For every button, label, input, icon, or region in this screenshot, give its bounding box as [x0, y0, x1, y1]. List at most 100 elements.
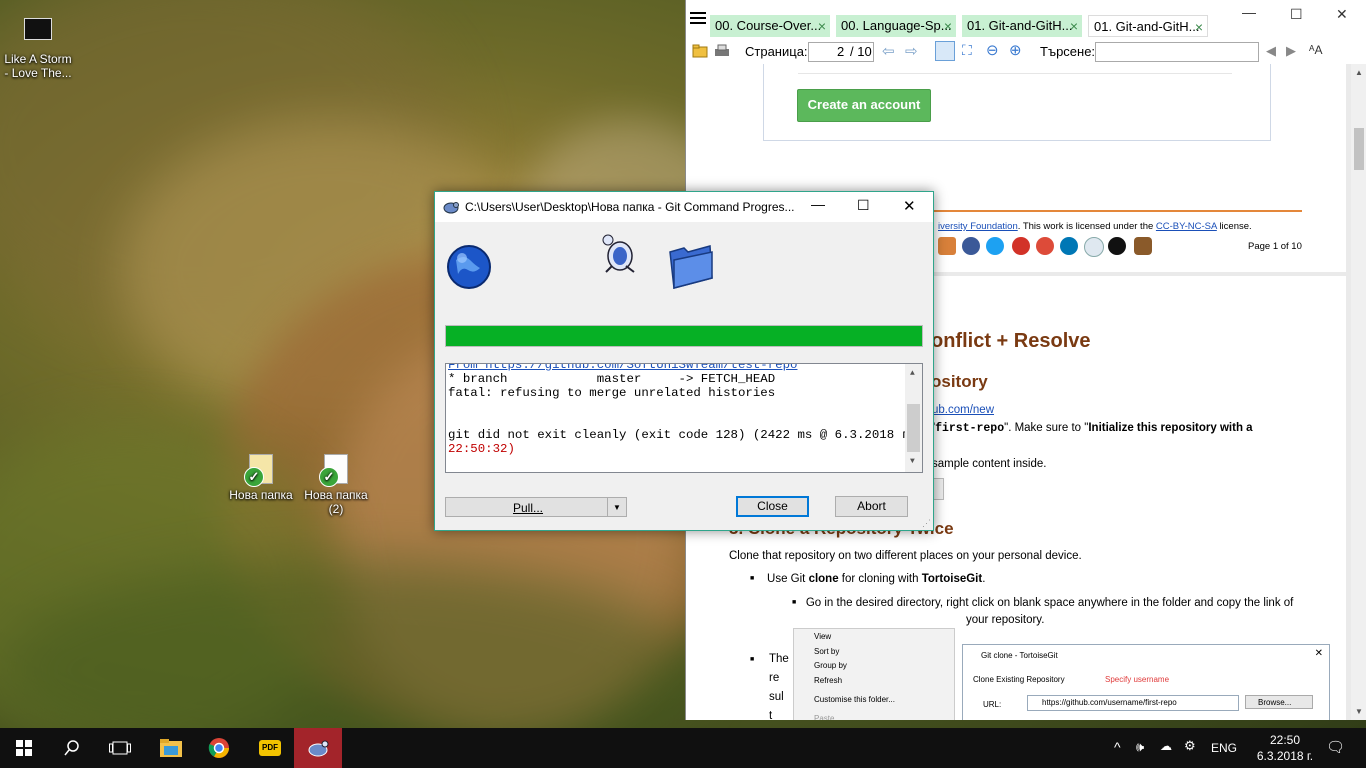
desktop-icon-audio[interactable]: Like A Storm - Love The...	[0, 14, 76, 80]
tab-language-specs[interactable]: 00. Language-Sp... ×	[836, 15, 956, 37]
check-icon: ✓	[244, 467, 264, 487]
close-tab-icon[interactable]: ×	[1070, 15, 1078, 37]
text: Go in the desired directory, right click…	[805, 597, 1294, 609]
task-view-button[interactable]	[96, 728, 144, 768]
search-icon	[64, 740, 79, 756]
tab-course-overview[interactable]: 00. Course-Over... ×	[710, 15, 830, 37]
search-input[interactable]	[1095, 42, 1259, 62]
tab-git-and-github[interactable]: 01. Git-and-GitH... ×	[962, 15, 1082, 37]
scroll-up-icon[interactable]: ▲	[1355, 68, 1363, 77]
desktop-icon-label-line1: Like A Storm	[4, 52, 72, 66]
youtube-icon[interactable]	[1012, 237, 1030, 255]
new-repo-link[interactable]: ub.com/new	[932, 404, 994, 416]
maximize-icon[interactable]: ☐	[857, 197, 870, 214]
taskbar-pdf-reader[interactable]: PDF	[246, 728, 294, 768]
zoom-out-icon[interactable]: ⊖	[986, 41, 999, 59]
linkedin-icon[interactable]	[1060, 237, 1078, 255]
forum-icon[interactable]	[1134, 237, 1152, 255]
close-icon[interactable]: ✕	[1336, 6, 1348, 23]
print-icon[interactable]	[714, 44, 730, 58]
git-output-log[interactable]: From https://github.com/SoftUniSwTeam/te…	[445, 363, 923, 473]
log-line: From https://github.com/SoftUniSwTeam/te…	[448, 363, 798, 372]
scroll-down-icon[interactable]: ▼	[910, 455, 915, 469]
slideshare-icon[interactable]	[1084, 237, 1104, 257]
minimize-icon[interactable]: —	[1242, 4, 1256, 20]
abort-button[interactable]: Abort	[835, 496, 908, 517]
log-line: fatal: refusing to merge unrelated histo…	[448, 386, 776, 400]
network-icon[interactable]: ⚙	[1184, 738, 1196, 754]
maximize-icon[interactable]: ☐	[1290, 6, 1303, 23]
fit-width-icon[interactable]	[935, 41, 955, 61]
close-tab-icon[interactable]: ×	[1195, 16, 1203, 36]
pdf-vertical-scrollbar[interactable]: ▲ ▼	[1351, 64, 1366, 720]
log-scrollbar[interactable]: ▲ ▼	[905, 364, 922, 472]
hamburger-menu-icon[interactable]	[690, 12, 706, 26]
clock[interactable]: 22:50 6.3.2018 г.	[1250, 732, 1320, 764]
find-previous-icon[interactable]: ◀	[1266, 43, 1276, 59]
license-link[interactable]: CC-BY-NC-SA	[1156, 221, 1217, 232]
github-icon[interactable]	[1108, 237, 1126, 255]
instruction-line-2: sample content inside.	[932, 458, 1047, 470]
scroll-up-icon[interactable]: ▲	[910, 367, 915, 381]
resize-grip-icon[interactable]: ⋰	[922, 518, 931, 529]
match-case-icon[interactable]: ᴬA	[1309, 43, 1322, 57]
tab-git-and-github-active[interactable]: 01. Git-and-GitH... ×	[1088, 15, 1208, 37]
text: t	[769, 710, 773, 720]
zoom-in-icon[interactable]: ⊕	[1009, 41, 1022, 59]
show-hidden-icons[interactable]: ^	[1114, 739, 1121, 755]
pull-button-label: Pull...	[513, 501, 544, 515]
onedrive-icon[interactable]: ☁	[1160, 739, 1172, 753]
taskbar-tortoisegit[interactable]	[294, 728, 342, 768]
text: re	[769, 672, 780, 684]
scrollbar-thumb[interactable]	[907, 404, 920, 452]
dialog-title: C:\Users\User\Desktop\Нова папка - Git C…	[465, 200, 795, 214]
open-file-icon[interactable]	[692, 44, 708, 58]
pdf-title-bar: 00. Course-Over... × 00. Language-Sp... × …	[686, 0, 1366, 40]
taskbar-file-explorer[interactable]	[148, 728, 196, 768]
close-tab-icon[interactable]: ×	[818, 15, 826, 37]
close-icon[interactable]: ✕	[903, 197, 916, 215]
foundation-link[interactable]: iversity Foundation	[938, 221, 1018, 232]
clock-time: 22:50	[1269, 733, 1301, 747]
page-of-label: Page 1 of 10	[1248, 241, 1302, 252]
scroll-down-icon[interactable]: ▼	[1355, 707, 1363, 716]
create-account-button[interactable]: Create an account	[797, 89, 931, 122]
text: ". Make sure to "	[1004, 422, 1089, 434]
minimize-icon[interactable]: —	[811, 196, 825, 212]
previous-view-icon[interactable]: ⇦	[882, 42, 895, 60]
fit-page-icon[interactable]: ⛶	[962, 42, 972, 59]
text: for cloning with	[838, 573, 922, 585]
notifications-icon[interactable]: 🗨	[1326, 738, 1345, 756]
text: The	[769, 653, 789, 665]
find-next-icon[interactable]: ▶	[1286, 43, 1296, 59]
google-plus-icon[interactable]	[1036, 237, 1054, 255]
pull-split-button[interactable]: Pull... ▼	[445, 497, 627, 517]
close-button[interactable]: Close	[736, 496, 809, 517]
facebook-icon[interactable]	[962, 237, 980, 255]
close-tab-icon[interactable]: ×	[944, 15, 952, 37]
volume-icon[interactable]: 🕪	[1136, 739, 1144, 755]
language-indicator[interactable]: ENG	[1211, 741, 1237, 755]
next-view-icon[interactable]: ⇨	[905, 42, 918, 60]
desktop-icon-folder-2[interactable]: ✓ Нова папка (2)	[298, 452, 374, 516]
bold-text: TortoiseGit	[921, 573, 983, 585]
bold-text: clone	[808, 573, 839, 585]
desktop-icon-folder[interactable]: ✓ Нова папка	[223, 452, 299, 502]
tab-label: 00. Language-Sp...	[841, 18, 952, 33]
page-current: 2	[837, 44, 845, 59]
taskbar-chrome[interactable]	[196, 728, 244, 768]
scrollbar-thumb[interactable]	[1354, 128, 1364, 170]
check-icon: ✓	[319, 467, 339, 487]
log-line: 22:50:32)	[448, 442, 515, 456]
search-button[interactable]	[48, 728, 96, 768]
softuni-icon[interactable]	[938, 237, 956, 255]
page-total: / 10	[850, 44, 872, 59]
twitter-icon[interactable]	[986, 237, 1004, 255]
chevron-down-icon[interactable]: ▼	[607, 498, 626, 516]
taskbar: PDF ^ 🕪 ☁ ⚙ ENG 22:50 6.3.2018 г. 🗨	[0, 728, 1366, 768]
start-button[interactable]	[0, 728, 48, 768]
chrome-icon	[208, 738, 229, 758]
log-line: * branch master -> FETCH_HEAD	[448, 372, 776, 386]
bold-text: Initialize this repository with a	[1088, 422, 1253, 434]
page-number-input[interactable]: 2 / 10	[808, 42, 874, 62]
